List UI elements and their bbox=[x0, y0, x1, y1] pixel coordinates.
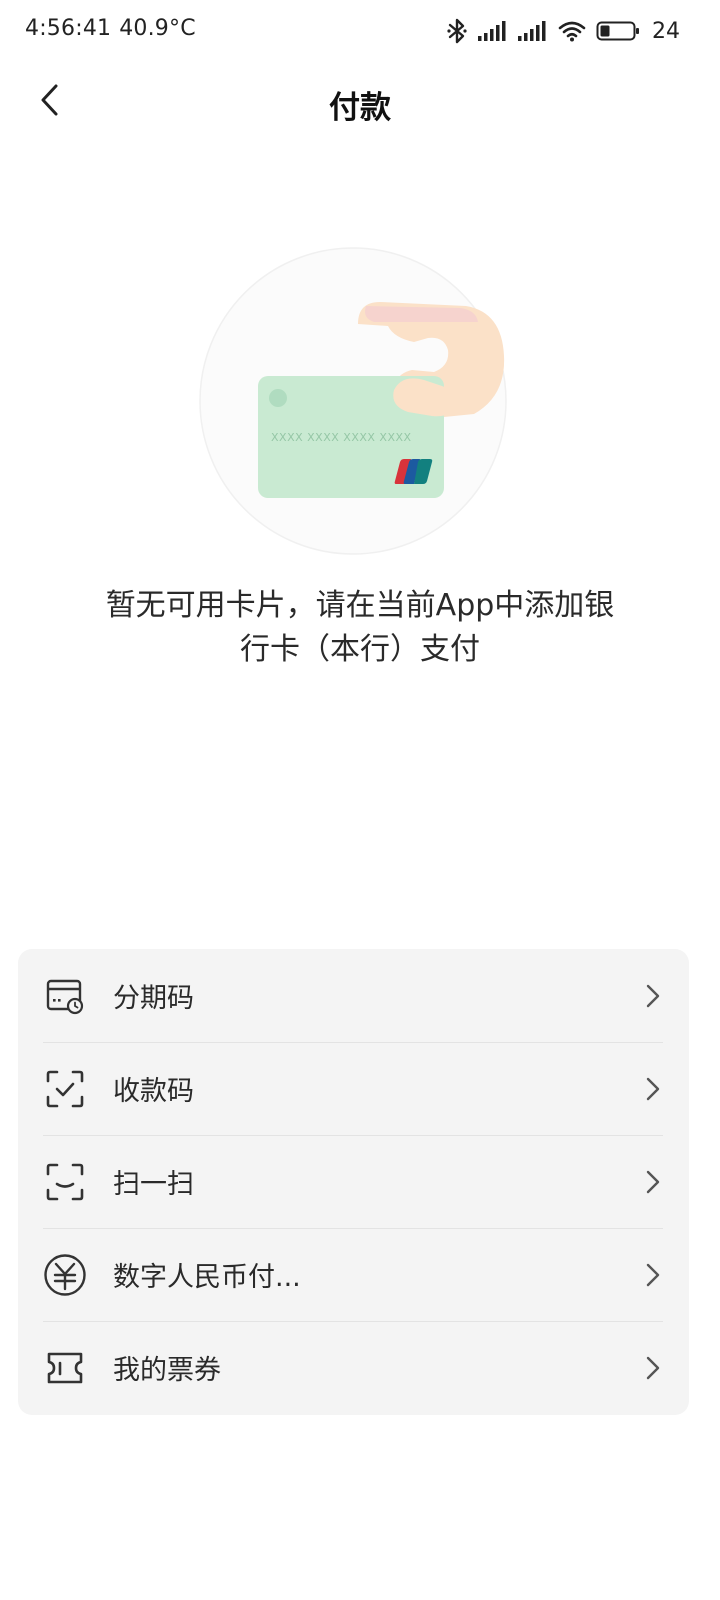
card-number-text: XXXX XXXX XXXX XXXX bbox=[271, 431, 412, 444]
status-bar: 4:56:41 40.9°C 24 bbox=[0, 0, 720, 62]
chevron-right-icon bbox=[646, 1263, 660, 1287]
installment-card-icon bbox=[43, 974, 87, 1018]
bluetooth-icon bbox=[446, 18, 468, 44]
empty-state-message: 暂无可用卡片，请在当前App中添加银 行卡（本行）支付 bbox=[80, 584, 640, 672]
menu-item-scan[interactable]: 扫一扫 bbox=[18, 1135, 689, 1228]
status-left: 4:56:41 40.9°C bbox=[25, 16, 196, 41]
chevron-right-icon bbox=[646, 1170, 660, 1194]
chevron-right-icon bbox=[646, 984, 660, 1008]
scan-icon bbox=[43, 1160, 87, 1204]
menu-item-label: 收款码 bbox=[113, 1076, 194, 1107]
wifi-icon bbox=[558, 20, 586, 42]
digital-yuan-icon bbox=[43, 1253, 87, 1297]
menu-item-label: 分期码 bbox=[113, 983, 194, 1014]
empty-state-message-line2: 行卡（本行）支付 bbox=[240, 632, 480, 667]
signal-icon bbox=[478, 20, 508, 42]
menu-item-label: 数字人民币付... bbox=[113, 1262, 301, 1293]
menu-item-my-tickets[interactable]: 我的票券 bbox=[18, 1321, 689, 1414]
menu-item-installment-code[interactable]: 分期码 bbox=[18, 949, 689, 1042]
empty-state-message-line1: 暂无可用卡片，请在当前App中添加银 bbox=[105, 588, 615, 623]
menu-item-digital-yuan[interactable]: 数字人民币付... bbox=[18, 1228, 689, 1321]
battery-icon bbox=[596, 20, 640, 42]
ticket-icon bbox=[43, 1346, 87, 1390]
chevron-right-icon bbox=[646, 1356, 660, 1380]
status-time: 4:56:41 bbox=[25, 16, 112, 41]
page-title: 付款 bbox=[329, 90, 391, 126]
hand-holding-card-illustration: XXXX XXXX XXXX XXXX bbox=[198, 246, 510, 558]
unionpay-logo-icon bbox=[394, 459, 433, 484]
battery-level: 24 bbox=[652, 18, 680, 44]
nav-bar: 付款 bbox=[0, 62, 720, 142]
signal-icon bbox=[518, 20, 548, 42]
chevron-right-icon bbox=[646, 1077, 660, 1101]
status-temperature: 40.9°C bbox=[119, 16, 196, 41]
menu-item-receive-code[interactable]: 收款码 bbox=[18, 1042, 689, 1135]
status-right: 24 bbox=[446, 14, 680, 48]
menu-card: 分期码 收款码 扫一扫 数字人民币付... 我的票券 bbox=[18, 949, 689, 1415]
receive-scan-icon bbox=[43, 1067, 87, 1111]
menu-item-label: 扫一扫 bbox=[113, 1169, 194, 1200]
menu-item-label: 我的票券 bbox=[113, 1355, 221, 1386]
